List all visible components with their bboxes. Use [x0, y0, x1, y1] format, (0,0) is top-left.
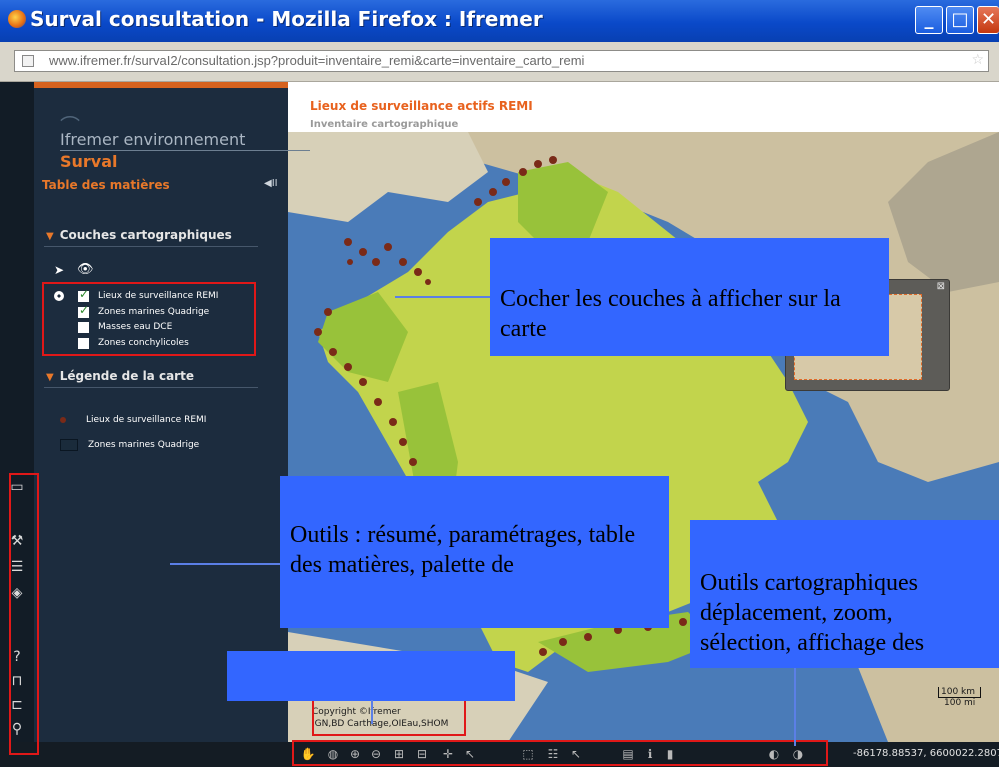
tools-callout: Outils : résumé, paramétrages, table des…	[280, 476, 669, 628]
map-title: Lieux de surveillance actifs REMI	[310, 99, 533, 113]
copyright-callout-arrow	[371, 700, 373, 724]
collapse-panel-icon[interactable]: ◀II	[264, 178, 278, 189]
layers-callout-arrow	[395, 296, 490, 298]
legend-item-zones: Zones marines Quadrige	[60, 439, 199, 451]
map-subtitle: Inventaire cartographique	[310, 119, 459, 130]
layers-highlight-box	[42, 282, 256, 356]
section-divider	[44, 387, 258, 388]
scale-mi: 100 mi	[944, 698, 976, 708]
firefox-icon	[8, 10, 26, 28]
expand-triangle-icon: ▼	[46, 372, 54, 383]
bookmark-star-icon[interactable]: ☆	[971, 52, 984, 68]
select-cursor-icon[interactable]: ➤	[54, 263, 64, 277]
minimize-button[interactable]: _	[915, 6, 943, 34]
map-header: Lieux de surveillance actifs REMI Invent…	[288, 82, 999, 132]
legend-heading[interactable]: ▼ Légende de la carte	[46, 369, 194, 383]
scale-bar: 100 km 100 mi	[938, 687, 982, 708]
carto-callout-arrow	[794, 668, 796, 746]
copyright-highlight-box	[312, 698, 466, 736]
maximize-button[interactable]: □	[946, 6, 974, 34]
dolphin-logo-icon: ⌒	[60, 114, 80, 138]
table-of-contents-panel: ⌒ Ifremer environnement Surval Table des…	[34, 82, 310, 742]
brand-name: Ifremer environnement	[60, 130, 246, 149]
site-dot-symbol	[60, 417, 66, 423]
window-title: Surval consultation - Mozilla Firefox : …	[30, 7, 543, 31]
brand-divider	[60, 150, 310, 151]
carto-callout: Outils cartographiques déplacement, zoom…	[690, 520, 999, 668]
copyright-callout	[227, 651, 515, 701]
carto-tools-highlight-box	[292, 740, 828, 766]
brand-bar	[34, 82, 288, 88]
scale-km: 100 km	[938, 687, 982, 698]
window-titlebar: Surval consultation - Mozilla Firefox : …	[0, 0, 999, 42]
navigation-bar: www.ifremer.fr/survaI2/consultation.jsp?…	[0, 42, 999, 82]
section-divider	[44, 246, 258, 247]
expand-triangle-icon: ▼	[46, 231, 54, 242]
address-url[interactable]: www.ifremer.fr/survaI2/consultation.jsp?…	[49, 53, 584, 68]
layers-callout: Cocher les couches à afficher sur la car…	[490, 238, 889, 356]
cursor-coordinates: -86178.88537, 6600022.2807	[853, 748, 999, 759]
zone-swatch-symbol	[60, 439, 78, 451]
overview-close-icon[interactable]: ⊠	[937, 281, 945, 292]
tools-callout-arrow	[170, 563, 280, 565]
page-icon	[22, 55, 34, 67]
tools-highlight-box	[9, 473, 39, 755]
app-name: Surval	[60, 152, 118, 171]
visibility-eye-icon[interactable]: 👁	[77, 262, 94, 277]
toc-title: Table des matières	[42, 178, 170, 192]
layers-heading[interactable]: ▼ Couches cartographiques	[46, 228, 232, 242]
close-button[interactable]: ✕	[977, 6, 999, 34]
address-bar[interactable]: www.ifremer.fr/survaI2/consultation.jsp?…	[14, 50, 989, 72]
legend-item-sites: Lieux de surveillance REMI	[60, 415, 206, 425]
